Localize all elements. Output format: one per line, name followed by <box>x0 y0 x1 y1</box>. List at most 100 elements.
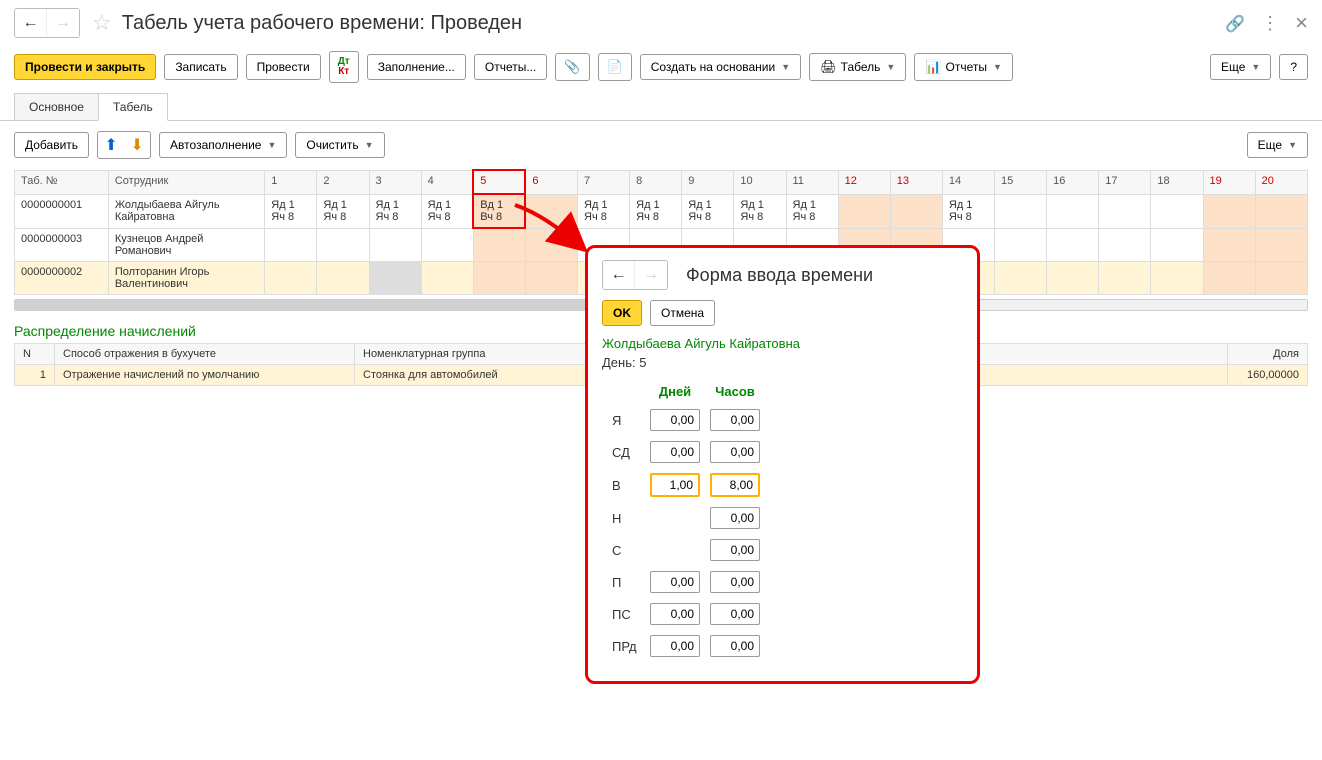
timesheet-cell[interactable]: Яд 1 Яч 8 <box>578 194 630 228</box>
time-label: С <box>608 535 644 565</box>
col-day-17: 17 <box>1099 170 1151 194</box>
time-label: ПС <box>608 599 644 629</box>
timesheet-cell[interactable]: Яд 1 Яч 8 <box>786 194 838 228</box>
timesheet-cell[interactable]: Яд 1 Яч 8 <box>942 194 994 228</box>
hours-input[interactable] <box>710 539 760 561</box>
add-row-button[interactable]: Добавить <box>14 132 89 158</box>
autofill-button[interactable]: Автозаполнение▼ <box>159 132 287 158</box>
doc-button[interactable] <box>598 53 632 81</box>
col-employee: Сотрудник <box>108 170 264 194</box>
timesheet-cell[interactable] <box>1099 228 1151 261</box>
timesheet-cell[interactable]: Яд 1 Яч 8 <box>421 194 473 228</box>
hours-input[interactable] <box>710 603 760 625</box>
timesheet-cell[interactable] <box>525 228 577 261</box>
attach-button[interactable] <box>555 53 589 81</box>
timesheet-cell[interactable] <box>473 228 525 261</box>
fill-button[interactable]: Заполнение... <box>367 54 466 80</box>
timesheet-cell[interactable] <box>369 261 421 294</box>
timesheet-cell[interactable] <box>317 261 369 294</box>
clear-button[interactable]: Очистить▼ <box>295 132 384 158</box>
forward-button[interactable]: → <box>47 9 79 37</box>
timesheet-cell[interactable]: Яд 1 Яч 8 <box>682 194 734 228</box>
timesheet-cell[interactable] <box>265 261 317 294</box>
timesheet-cell[interactable] <box>1255 194 1307 228</box>
hours-input[interactable] <box>710 571 760 593</box>
days-input[interactable] <box>650 441 700 463</box>
col-day-6: 6 <box>525 170 577 194</box>
timesheet-cell[interactable] <box>995 194 1047 228</box>
timesheet-cell[interactable] <box>1203 228 1255 261</box>
table-row[interactable]: 0000000001Жолдыбаева Айгуль КайратовнаЯд… <box>15 194 1308 228</box>
hours-input[interactable] <box>710 441 760 463</box>
post-button[interactable]: Провести <box>246 54 321 80</box>
more-button[interactable]: Еще▼ <box>1210 54 1271 80</box>
timesheet-cell[interactable] <box>1255 228 1307 261</box>
days-input[interactable] <box>650 603 700 625</box>
popup-back-button[interactable]: ← <box>603 261 635 289</box>
hours-input[interactable] <box>710 507 760 529</box>
timesheet-cell[interactable] <box>1047 228 1099 261</box>
help-button[interactable]: ? <box>1279 54 1308 80</box>
timesheet-cell[interactable] <box>1099 194 1151 228</box>
timesheet-cell[interactable] <box>317 228 369 261</box>
timesheet-cell[interactable] <box>421 228 473 261</box>
col-day-20: 20 <box>1255 170 1307 194</box>
timesheet-cell[interactable] <box>1151 194 1203 228</box>
time-label: ПРд <box>608 631 644 661</box>
tab-main[interactable]: Основное <box>14 93 99 120</box>
timesheet-cell[interactable]: Яд 1 Яч 8 <box>630 194 682 228</box>
page-title: Табель учета рабочего времени: Проведен <box>122 12 1225 35</box>
timesheet-cell[interactable] <box>1099 261 1151 294</box>
chevron-down-icon: ▼ <box>886 62 895 72</box>
timesheet-cell[interactable] <box>1203 194 1255 228</box>
timesheet-cell[interactable] <box>265 228 317 261</box>
timesheet-cell[interactable] <box>1203 261 1255 294</box>
tab-timesheet[interactable]: Табель <box>98 93 168 121</box>
timesheet-cell[interactable] <box>525 261 577 294</box>
col-share: Доля <box>1228 343 1308 364</box>
favorite-icon[interactable]: ☆ <box>92 10 112 36</box>
timesheet-cell[interactable] <box>369 228 421 261</box>
timesheet-cell[interactable] <box>1255 261 1307 294</box>
timesheet-cell[interactable]: Яд 1 Яч 8 <box>265 194 317 228</box>
link-icon[interactable] <box>1225 13 1245 34</box>
ok-button[interactable]: OK <box>602 300 642 326</box>
timesheet-cell[interactable] <box>995 261 1047 294</box>
timesheet-cell[interactable] <box>1047 194 1099 228</box>
grid-more-button[interactable]: Еще▼ <box>1247 132 1308 158</box>
timesheet-cell[interactable]: Яд 1 Яч 8 <box>369 194 421 228</box>
close-icon[interactable] <box>1295 10 1308 36</box>
popup-forward-button[interactable]: → <box>635 261 667 289</box>
menu-icon[interactable] <box>1261 13 1279 34</box>
hours-input[interactable] <box>710 473 760 497</box>
timesheet-cell[interactable] <box>1151 261 1203 294</box>
timesheet-cell[interactable] <box>995 228 1047 261</box>
days-input[interactable] <box>650 571 700 593</box>
days-input[interactable] <box>650 473 700 497</box>
timesheet-cell[interactable] <box>473 261 525 294</box>
print-reports-button[interactable]: Отчеты▼ <box>914 53 1013 81</box>
back-button[interactable]: ← <box>15 9 47 37</box>
timesheet-cell[interactable] <box>1151 228 1203 261</box>
save-button[interactable]: Записать <box>164 54 237 80</box>
timesheet-cell[interactable] <box>890 194 942 228</box>
reports-button[interactable]: Отчеты... <box>474 54 547 80</box>
dtkt-button[interactable]: ДтКт <box>329 51 359 83</box>
timesheet-cell[interactable]: Яд 1 Яч 8 <box>317 194 369 228</box>
timesheet-cell[interactable] <box>1047 261 1099 294</box>
timesheet-cell[interactable]: Яд 1 Яч 8 <box>734 194 786 228</box>
days-input[interactable] <box>650 409 700 431</box>
move-up-button[interactable]: ⬆ <box>100 134 122 156</box>
move-down-button[interactable]: ⬇ <box>126 134 148 156</box>
cancel-button[interactable]: Отмена <box>650 300 715 326</box>
post-and-close-button[interactable]: Провести и закрыть <box>14 54 156 80</box>
print-timesheet-button[interactable]: Табель▼ <box>809 53 906 81</box>
timesheet-cell[interactable] <box>838 194 890 228</box>
timesheet-cell[interactable]: Вд 1 Вч 8 <box>473 194 525 228</box>
timesheet-cell[interactable] <box>421 261 473 294</box>
timesheet-cell[interactable] <box>525 194 577 228</box>
days-input[interactable] <box>650 635 700 657</box>
hours-input[interactable] <box>710 409 760 431</box>
hours-input[interactable] <box>710 635 760 657</box>
create-based-button[interactable]: Создать на основании▼ <box>640 54 801 80</box>
